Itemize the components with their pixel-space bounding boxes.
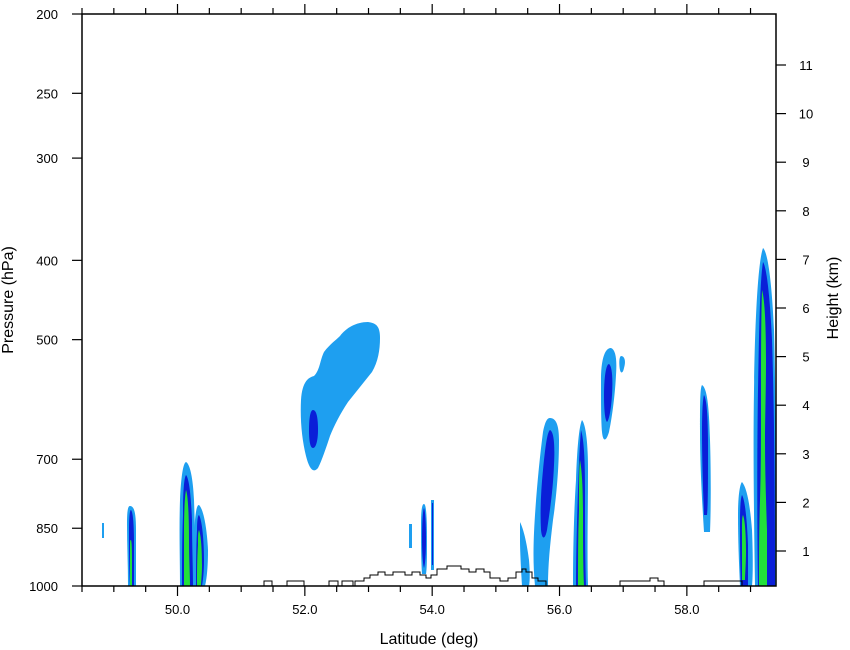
y-axis-left-title: Pressure (hPa) xyxy=(0,246,17,354)
y-axis-height: 1 2 3 4 5 6 7 8 9 10 11 xyxy=(776,58,813,559)
y-height-tick-label: 9 xyxy=(802,155,809,170)
y-height-tick-label: 2 xyxy=(802,495,809,510)
y-pressure-tick-label: 250 xyxy=(36,86,58,101)
contour-light-blue-cell-57-0 xyxy=(619,356,625,373)
y-height-tick-label: 11 xyxy=(799,58,813,73)
contour-chart: 50.0 52.0 54.0 56.0 58.0 200 250 300 400 500 700 8… xyxy=(0,4,842,648)
y-height-tick-label: 1 xyxy=(802,544,809,559)
y-pressure-tick-label: 1000 xyxy=(29,579,58,594)
plot-area xyxy=(102,248,776,586)
y-height-tick-label: 5 xyxy=(802,350,809,365)
x-tick-label: 56.0 xyxy=(547,602,572,617)
contour-dark-blue-cell-54-0 xyxy=(432,503,433,565)
y-pressure-tick-label: 850 xyxy=(36,521,58,536)
x-tick-label: 52.0 xyxy=(292,602,317,617)
contour-light-blue-cell-55-5 xyxy=(520,522,530,586)
y-pressure-tick-label: 300 xyxy=(36,151,58,166)
contour-light-blue-cell-53-6 xyxy=(409,524,412,548)
x-tick-label: 50.0 xyxy=(165,602,190,617)
y-height-tick-label: 8 xyxy=(802,204,809,219)
contour-light-blue-cell-48-9 xyxy=(102,523,104,538)
y-height-tick-label: 4 xyxy=(802,398,809,413)
y-height-tick-label: 6 xyxy=(802,301,809,316)
y-height-tick-label: 10 xyxy=(799,107,813,122)
y-pressure-tick-label: 200 xyxy=(36,7,58,22)
y-axis-pressure: 200 250 300 400 500 700 850 1000 xyxy=(29,7,82,594)
x-tick-label: 58.0 xyxy=(674,602,699,617)
y-pressure-tick-label: 500 xyxy=(36,333,58,348)
terrain-outline xyxy=(263,565,776,586)
x-axis-title: Latitude (deg) xyxy=(380,631,479,648)
contour-dark-blue-cloud xyxy=(309,410,318,448)
y-pressure-tick-label: 700 xyxy=(36,452,58,467)
y-axis-right-title: Height (km) xyxy=(825,257,842,340)
x-tick-label: 54.0 xyxy=(420,602,445,617)
contour-light-blue-cloud xyxy=(300,322,380,471)
y-pressure-tick-label: 400 xyxy=(36,253,58,268)
contour-green-cell-49-2 xyxy=(130,540,132,586)
y-height-tick-label: 3 xyxy=(802,447,809,462)
y-height-tick-label: 7 xyxy=(802,252,809,267)
